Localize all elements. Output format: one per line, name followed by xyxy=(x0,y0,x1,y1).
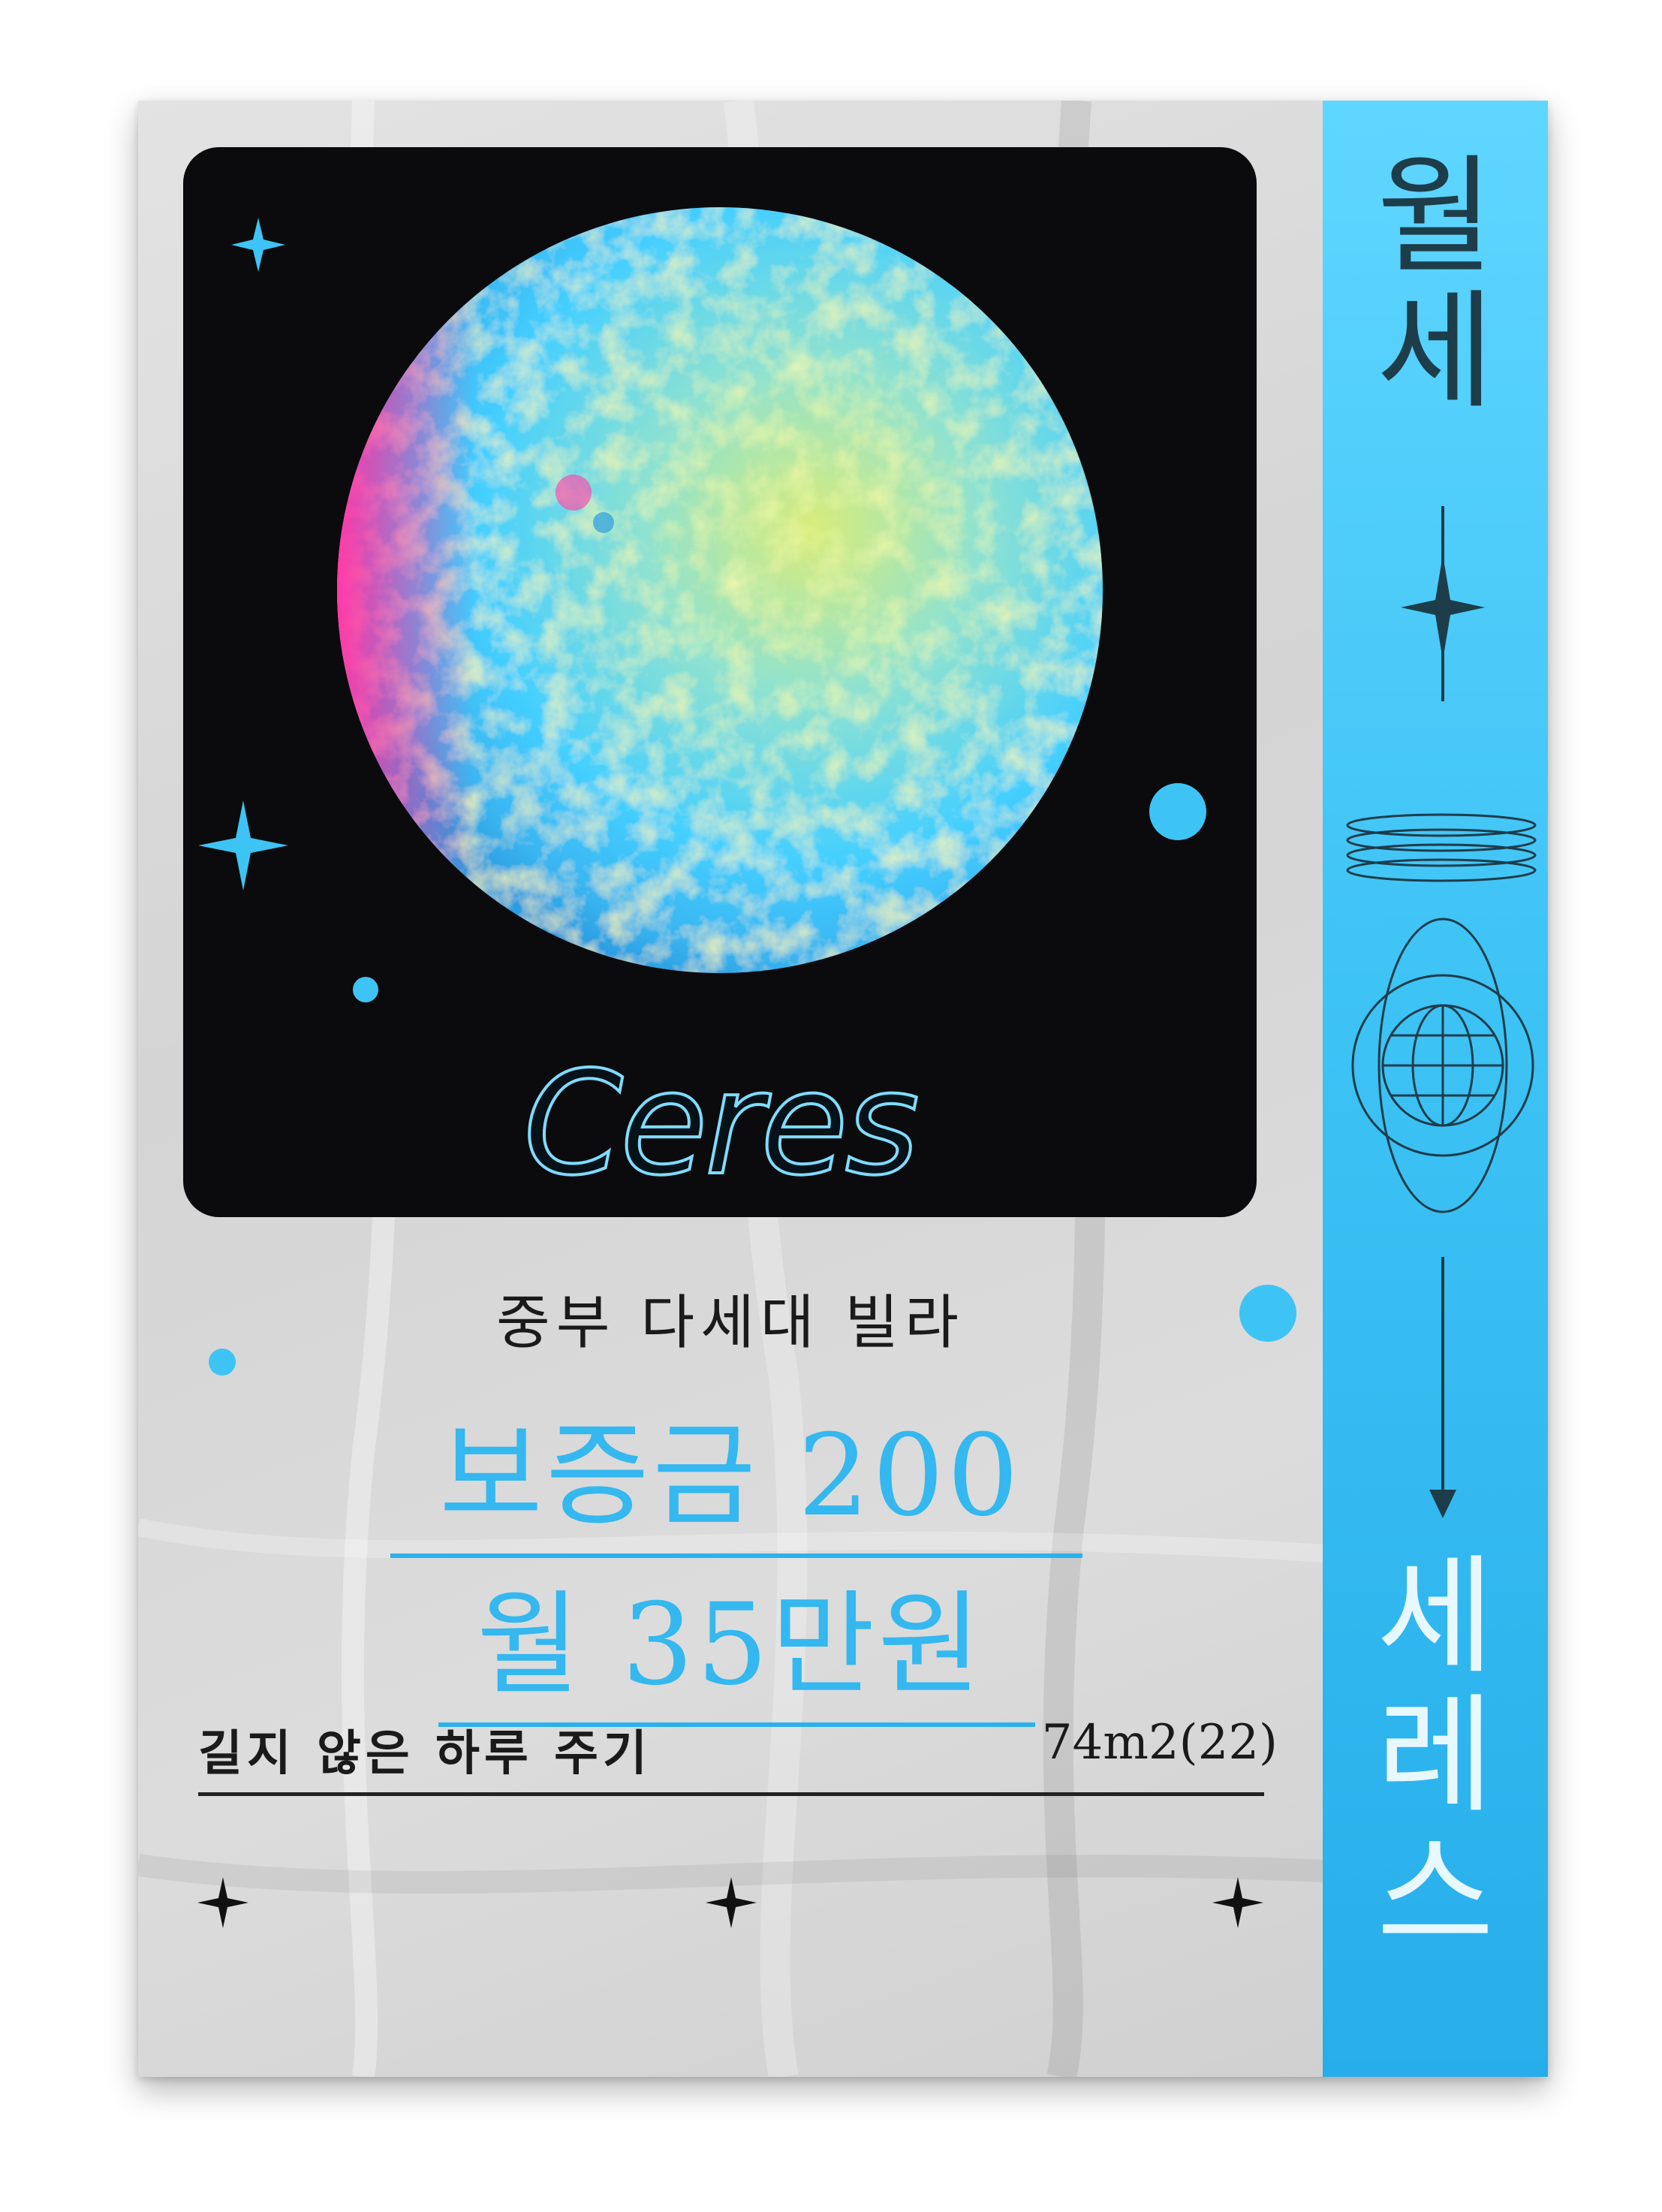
deposit-price: 보증금 200 xyxy=(439,1411,1022,1541)
sidebar: 월 세 세 레 스 xyxy=(1323,101,1548,2077)
globe-orbit-icon xyxy=(1351,918,1534,1213)
side-char: 레 xyxy=(1376,1682,1495,1831)
sparkle-icon xyxy=(706,1877,757,1928)
rings-icon xyxy=(1346,813,1537,882)
sparkle-icon xyxy=(1401,555,1485,660)
bottom-sparkles xyxy=(197,1877,1263,1928)
footer-divider xyxy=(198,1792,1264,1796)
sparkle-icon xyxy=(1212,1877,1263,1928)
monthly-rent: 월 35만원 xyxy=(476,1580,985,1710)
arrow-down-icon xyxy=(1429,1257,1456,1518)
side-char: 스 xyxy=(1376,1821,1495,1969)
building-type: 중부 다세대 빌라 xyxy=(496,1289,965,1357)
footer-size: 74m2(22) xyxy=(1041,1715,1278,1771)
sparkle-icon xyxy=(197,1877,248,1928)
poster: Ceres 중부 다세대 빌라 보증금 200 월 35만원 길지 않은 하루 … xyxy=(138,101,1548,2077)
footer-tagline: 길지 않은 하루 주기 xyxy=(198,1726,652,1782)
side-char: 세 xyxy=(1376,1543,1495,1692)
